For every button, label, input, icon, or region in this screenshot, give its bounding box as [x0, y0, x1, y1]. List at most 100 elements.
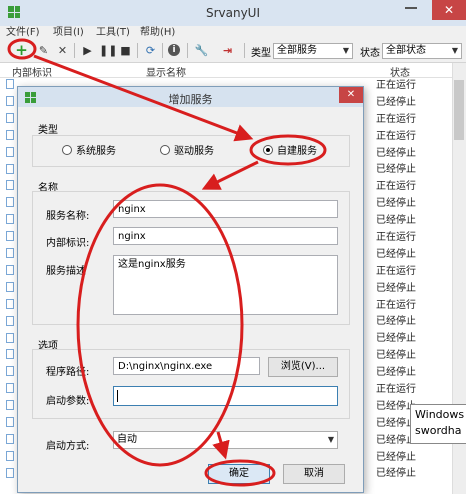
column-header-internal-id[interactable]: 内部标识 [12, 64, 52, 79]
toolbar: + ✎ ✕ ▶ ❚❚ ■ ⟳ i 🔧 ⇥ 类型 全部服务 ▼ 状态 全部状态 ▼ [0, 40, 466, 63]
chevron-down-icon: ▼ [451, 46, 458, 55]
service-row-icon [6, 231, 14, 242]
menu-file[interactable]: 文件(F) [6, 26, 40, 40]
refresh-icon[interactable]: ⟳ [143, 43, 158, 58]
dialog-close-button[interactable]: ✕ [339, 87, 363, 103]
edit-icon[interactable]: ✎ [36, 43, 51, 58]
service-row-icon [6, 450, 14, 461]
radio-system-service[interactable]: 系统服务 [62, 145, 116, 158]
info-icon[interactable]: i [168, 44, 180, 56]
startup-args-label: 启动参数: [46, 396, 90, 407]
program-path-input[interactable]: D:\nginx\nginx.exe [113, 357, 260, 375]
status-cell[interactable]: 正在运行 [372, 128, 452, 145]
start-icon[interactable]: ▶ [80, 43, 95, 58]
service-row-icon [6, 112, 14, 123]
text-cursor [117, 390, 118, 402]
service-row-icon [6, 281, 14, 292]
startup-args-input[interactable] [113, 386, 338, 406]
menu-bar: 文件(F) 项目(I) 工具(T) 帮助(H) [0, 26, 466, 40]
status-cell[interactable]: 已经停止 [372, 246, 452, 263]
scroll-thumb[interactable] [454, 80, 464, 140]
toolbar-separator [187, 43, 188, 58]
service-row-icon [6, 467, 14, 478]
status-filter-select[interactable]: 全部状态 ▼ [382, 43, 462, 59]
add-icon[interactable]: + [14, 43, 29, 58]
status-cell[interactable]: 已经停止 [372, 330, 452, 347]
column-header-display-name[interactable]: 显示名称 [146, 64, 186, 79]
service-row-icon [6, 315, 14, 326]
stop-icon[interactable]: ■ [118, 43, 133, 58]
service-row-icon [6, 400, 14, 411]
cancel-button[interactable]: 取消 [283, 464, 345, 484]
description-textarea[interactable]: 这是nginx服务 [113, 255, 338, 315]
startup-mode-value: 自动 [117, 434, 137, 445]
status-cell[interactable]: 已经停止 [372, 212, 452, 229]
internal-id-label: 内部标识: [46, 238, 90, 249]
service-row-icon [6, 248, 14, 258]
status-cell[interactable]: 已经停止 [372, 94, 452, 111]
status-cell[interactable]: 已经停止 [372, 449, 452, 466]
chevron-down-icon: ▼ [342, 46, 349, 55]
status-cell[interactable]: 已经停止 [372, 364, 452, 381]
service-row-icon [6, 332, 14, 343]
status-cell[interactable]: 已经停止 [372, 195, 452, 212]
radio-dot [263, 145, 273, 155]
startup-mode-label: 启动方式: [46, 441, 90, 452]
list-header: 内部标识 显示名称 状态 [0, 63, 452, 79]
service-row-icon [6, 298, 14, 309]
tooltip-line: Windows [415, 408, 465, 421]
menu-project[interactable]: 项目(I) [53, 26, 84, 40]
status-filter-value: 全部状态 [386, 45, 426, 56]
type-filter-value: 全部服务 [277, 45, 317, 56]
radio-driver-service[interactable]: 驱动服务 [160, 145, 214, 158]
status-cell[interactable]: 已经停止 [372, 347, 452, 364]
service-row-icon [6, 214, 14, 225]
status-cell[interactable]: 正在运行 [372, 381, 452, 398]
type-section-label: 类型 [38, 125, 58, 136]
status-cell[interactable]: 已经停止 [372, 161, 452, 178]
status-cell[interactable]: 已经停止 [372, 313, 452, 330]
close-button[interactable]: ✕ [432, 0, 466, 20]
service-row-icon [6, 264, 14, 275]
service-row-icon [6, 366, 14, 377]
program-path-label: 程序路径: [46, 367, 90, 378]
status-cell[interactable]: 已经停止 [372, 465, 452, 482]
status-cell[interactable]: 正在运行 [372, 111, 452, 128]
status-filter-label: 状态 [360, 48, 380, 59]
ok-button[interactable]: 确定 [208, 464, 270, 484]
service-row-icon [6, 349, 14, 360]
chevron-down-icon: ▼ [327, 435, 334, 444]
exit-icon[interactable]: ⇥ [220, 43, 235, 58]
status-cell[interactable]: 已经停止 [372, 280, 452, 297]
service-row-icon [6, 197, 14, 208]
toolbar-separator [74, 43, 75, 58]
menu-help[interactable]: 帮助(H) [140, 26, 175, 40]
pause-icon[interactable]: ❚❚ [99, 43, 117, 58]
service-name-label: 服务名称: [46, 211, 90, 222]
radio-label: 驱动服务 [174, 146, 214, 157]
service-row-icon [6, 417, 14, 427]
menu-tools[interactable]: 工具(T) [96, 26, 130, 40]
startup-mode-select[interactable]: 自动 ▼ [113, 431, 338, 449]
service-row-icon [6, 433, 14, 444]
status-cell[interactable]: 正在运行 [372, 263, 452, 280]
internal-id-input[interactable]: nginx [113, 227, 338, 245]
type-filter-select[interactable]: 全部服务 ▼ [273, 43, 353, 59]
wrench-icon[interactable]: 🔧 [194, 43, 209, 58]
minimize-button[interactable] [405, 7, 417, 9]
status-cell[interactable]: 正在运行 [372, 178, 452, 195]
service-row-icon [6, 180, 14, 191]
dialog-title: 增加服务 [168, 93, 213, 106]
radio-custom-service[interactable]: 自建服务 [263, 145, 317, 158]
browse-button[interactable]: 浏览(V)... [268, 357, 338, 377]
delete-icon[interactable]: ✕ [55, 43, 70, 58]
description-label: 服务描述 [46, 266, 86, 277]
toolbar-separator [162, 43, 163, 58]
window-title: SrvanyUI [205, 6, 261, 20]
status-cell[interactable]: 正在运行 [372, 77, 452, 94]
title-bar: SrvanyUI ✕ [0, 0, 466, 27]
status-cell[interactable]: 正在运行 [372, 297, 452, 314]
service-name-input[interactable]: nginx [113, 200, 338, 218]
status-cell[interactable]: 已经停止 [372, 145, 452, 162]
status-cell[interactable]: 正在运行 [372, 229, 452, 246]
